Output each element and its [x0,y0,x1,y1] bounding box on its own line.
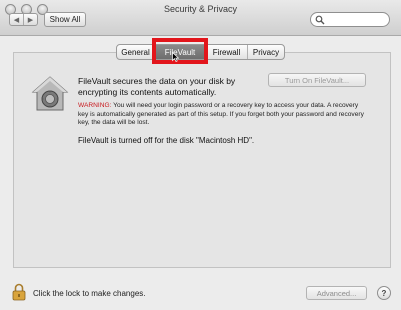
advanced-button[interactable]: Advanced... [306,286,367,300]
back-forward-control: ◀ ▶ [9,13,38,26]
house-safe-icon [31,76,69,111]
lock-message: Click the lock to make changes. [33,289,146,298]
warning-text: WARNING: You will need your login passwo… [78,102,368,128]
warning-body: You will need your login password or a r… [78,102,364,126]
highlight-box [152,38,208,64]
tab-privacy[interactable]: Privacy [248,45,284,59]
show-all-button[interactable]: Show All [44,12,86,27]
tab-general[interactable]: General [117,45,155,59]
turn-on-filevault-button[interactable]: Turn On FileVault... [268,73,366,87]
title-bar: Security & Privacy ◀ ▶ Show All [0,0,401,36]
search-icon [315,15,325,25]
tab-firewall[interactable]: Firewall [206,45,248,59]
forward-button[interactable]: ▶ [24,14,37,25]
warning-label: WARNING: [78,102,112,109]
filevault-status: FileVault is turned off for the disk "Ma… [78,136,255,145]
back-button[interactable]: ◀ [10,14,24,25]
help-button[interactable]: ? [377,286,391,300]
search-field[interactable] [310,12,390,27]
padlock-icon[interactable] [12,283,26,301]
mouse-cursor-icon [172,52,179,62]
filevault-description: FileVault secures the data on your disk … [78,76,236,97]
